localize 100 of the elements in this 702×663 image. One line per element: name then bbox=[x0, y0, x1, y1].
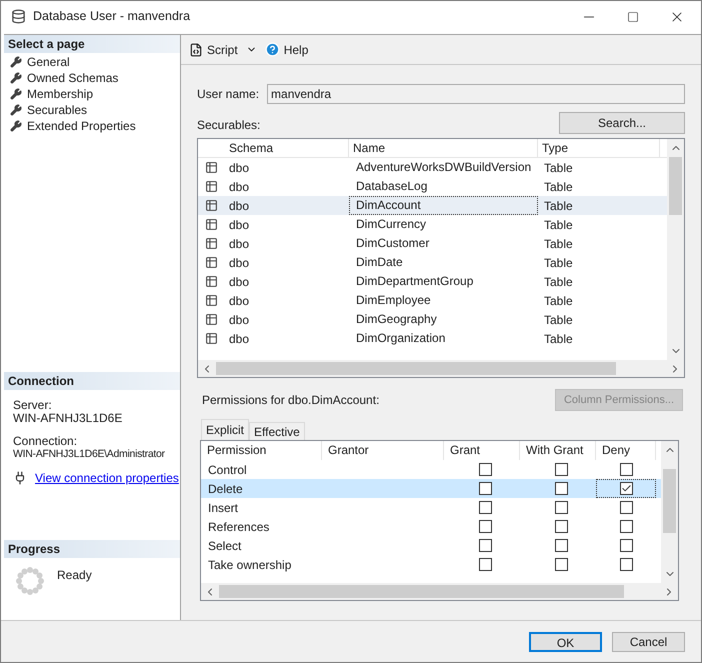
table-row[interactable]: dbo AdventureWorksDWBuildVersion Table bbox=[198, 158, 667, 177]
tab[interactable]: Explicit bbox=[201, 419, 250, 440]
scroll-thumb[interactable] bbox=[219, 585, 624, 598]
table-cell-text: DatabaseLog bbox=[355, 178, 428, 195]
checkbox[interactable] bbox=[554, 463, 568, 476]
wrench-icon bbox=[10, 56, 22, 68]
connection-label: Connection: bbox=[13, 435, 78, 448]
maximize-icon[interactable] bbox=[627, 10, 639, 22]
table-cell-text: dbo bbox=[228, 274, 250, 290]
checkbox[interactable] bbox=[554, 558, 568, 571]
table-cell-text: Table bbox=[543, 198, 574, 214]
table-cell-text: Table bbox=[543, 216, 574, 234]
checkbox[interactable] bbox=[478, 558, 492, 571]
column-header[interactable]: Grant bbox=[444, 441, 520, 460]
table-row[interactable]: dbo DimEmployee Table bbox=[198, 291, 667, 310]
table-icon bbox=[205, 294, 218, 307]
table-row[interactable]: dbo DimDepartmentGroup Table bbox=[198, 272, 667, 291]
table-cell-text: DimEmployee bbox=[355, 292, 432, 309]
table-row[interactable]: Control bbox=[201, 460, 661, 479]
column-header[interactable]: With Grant bbox=[520, 441, 596, 460]
script-icon bbox=[189, 42, 203, 56]
table-cell: DimAccount bbox=[349, 196, 538, 215]
sidebar-item[interactable]: Membership bbox=[10, 86, 180, 102]
table-cell-text: DimDepartmentGroup bbox=[355, 273, 474, 290]
table-row[interactable]: Take ownership bbox=[201, 555, 661, 574]
checkbox[interactable] bbox=[620, 501, 632, 514]
table-cell-text: dbo bbox=[228, 160, 250, 176]
check-icon bbox=[620, 483, 632, 494]
user-name-field[interactable]: manvendra bbox=[267, 84, 685, 104]
securables-label: Securables: bbox=[197, 117, 260, 134]
sidebar-item[interactable]: Securables bbox=[10, 102, 180, 118]
column-header[interactable]: Schema bbox=[225, 139, 349, 157]
scroll-thumb[interactable] bbox=[669, 157, 682, 215]
table-cell-text: DimCurrency bbox=[355, 216, 428, 233]
table-row[interactable]: References bbox=[201, 517, 661, 536]
tab[interactable]: Effective bbox=[249, 422, 305, 440]
table-cell-text: DimDate bbox=[355, 254, 404, 271]
script-button[interactable]: Script bbox=[189, 40, 238, 58]
table-row[interactable]: dbo DimCurrency Table bbox=[198, 215, 667, 234]
checkbox[interactable] bbox=[478, 501, 492, 514]
view-connection-properties-link[interactable]: View connection properties bbox=[35, 472, 179, 484]
table-cell-text: Table bbox=[543, 274, 574, 290]
checkbox[interactable] bbox=[478, 520, 492, 533]
search-button[interactable]: Search... bbox=[559, 112, 685, 134]
help-icon bbox=[264, 42, 280, 57]
connection-value: WIN-AFNHJ3L1D6E\Administrator bbox=[13, 448, 166, 461]
checkbox[interactable] bbox=[478, 539, 492, 552]
help-button[interactable]: Help bbox=[264, 40, 308, 58]
checkbox[interactable] bbox=[620, 463, 632, 476]
sidebar-item[interactable]: Extended Properties bbox=[10, 118, 180, 134]
checkbox[interactable] bbox=[554, 539, 568, 552]
table-icon bbox=[205, 218, 218, 231]
server-label: Server: bbox=[13, 399, 53, 412]
spinner-icon bbox=[15, 566, 45, 596]
wrench-icon bbox=[10, 104, 22, 116]
checkbox[interactable] bbox=[620, 520, 632, 533]
sidebar-item[interactable]: General bbox=[10, 54, 180, 70]
checkbox[interactable] bbox=[554, 520, 568, 533]
checkbox[interactable] bbox=[554, 482, 568, 495]
table-cell-text: Control bbox=[207, 462, 248, 478]
sidebar-item[interactable]: Owned Schemas bbox=[10, 70, 180, 86]
checkbox[interactable] bbox=[478, 463, 492, 476]
table-row[interactable]: dbo DimGeography Table bbox=[198, 310, 667, 329]
scroll-thumb[interactable] bbox=[216, 362, 616, 375]
column-header[interactable]: Deny bbox=[596, 441, 656, 460]
column-header[interactable]: Permission bbox=[201, 441, 322, 460]
table-icon bbox=[205, 256, 218, 269]
scroll-thumb[interactable] bbox=[663, 469, 676, 533]
table-cell-text: dbo bbox=[228, 292, 250, 310]
table-cell-text: Table bbox=[543, 236, 574, 252]
column-header[interactable]: Name bbox=[349, 139, 538, 157]
table-row[interactable]: dbo DatabaseLog Table bbox=[198, 177, 667, 196]
window-title: Database User - manvendra bbox=[33, 8, 192, 26]
table-row[interactable]: Insert bbox=[201, 498, 661, 517]
checkbox[interactable] bbox=[478, 482, 492, 495]
user-name-label: User name: bbox=[197, 86, 260, 102]
table-cell-text: AdventureWorksDWBuildVersion bbox=[355, 159, 532, 176]
checkbox[interactable] bbox=[620, 482, 632, 495]
table-row[interactable]: dbo DimAccount Table bbox=[198, 196, 667, 215]
table-row[interactable]: Select bbox=[201, 536, 661, 555]
table-icon bbox=[205, 275, 218, 288]
table-row[interactable]: dbo DimOrganization Table bbox=[198, 329, 667, 348]
table-cell-text: DimCustomer bbox=[355, 235, 430, 252]
wrench-icon bbox=[10, 88, 22, 100]
ok-button[interactable]: OK bbox=[529, 632, 602, 652]
table-cell-text: dbo bbox=[228, 178, 250, 196]
table-row[interactable]: dbo DimCustomer Table bbox=[198, 234, 667, 253]
wrench-icon bbox=[10, 120, 22, 132]
table-cell-text: dbo bbox=[228, 236, 250, 252]
checkbox[interactable] bbox=[620, 539, 632, 552]
table-row[interactable]: dbo DimDate Table bbox=[198, 253, 667, 272]
cancel-button[interactable]: Cancel bbox=[612, 632, 685, 652]
table-cell-text: dbo bbox=[228, 254, 250, 272]
column-header[interactable]: Grantor bbox=[322, 441, 444, 460]
checkbox[interactable] bbox=[620, 558, 632, 571]
table-row[interactable]: Delete bbox=[201, 479, 661, 498]
column-header[interactable]: Type bbox=[538, 139, 660, 157]
table-cell-text: Delete bbox=[207, 480, 244, 498]
table-cell-text: Table bbox=[543, 160, 574, 176]
checkbox[interactable] bbox=[554, 501, 568, 514]
